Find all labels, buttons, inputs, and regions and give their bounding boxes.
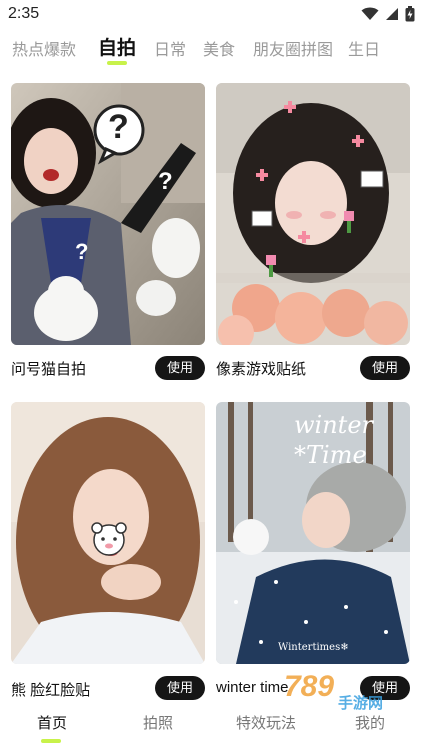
wintertimes-caption: Wintertimes❄ xyxy=(278,642,349,653)
tab-food[interactable]: 美食 xyxy=(203,36,235,60)
use-template-button[interactable]: 使用 xyxy=(360,356,410,380)
template-title: 像素游戏贴纸 xyxy=(216,361,307,378)
nav-item-camera[interactable]: 拍照 xyxy=(143,712,173,733)
question-mark-sticker: ? xyxy=(158,168,173,195)
active-nav-indicator xyxy=(41,739,61,743)
template-card-bear-blush[interactable]: 熊 脸红脸贴 使用 xyxy=(11,402,205,702)
status-icons xyxy=(361,6,415,22)
tab-birthday[interactable]: 生日 xyxy=(348,36,380,60)
tab-moments-collage[interactable]: 朋友圈拼图 xyxy=(253,36,333,60)
template-card-winter-time[interactable]: winter *Time Wintertimes❄ winter time 使用 xyxy=(216,402,410,702)
watermark-subtext: 手游网 xyxy=(338,695,384,712)
category-tabs: 热点爆款 自拍 日常 美食 朋友圈拼图 生日 xyxy=(0,32,421,70)
template-preview-image[interactable]: winter *Time Wintertimes❄ xyxy=(216,402,410,664)
template-preview-image[interactable]: ? ? ? xyxy=(11,83,205,345)
battery-icon xyxy=(405,6,415,22)
template-title: winter time xyxy=(216,679,289,696)
status-bar: 2:35 xyxy=(0,0,421,30)
template-title: 熊 脸红脸贴 xyxy=(11,682,91,699)
template-card-question-cat[interactable]: ? ? ? 问号猫自拍 使用 xyxy=(11,83,205,383)
status-time: 2:35 xyxy=(8,5,40,22)
watermark-logo: 789 手游网 xyxy=(282,670,402,718)
tab-daily[interactable]: 日常 xyxy=(154,36,186,60)
wifi-icon xyxy=(361,7,379,20)
watermark-number: 789 xyxy=(284,670,335,703)
use-template-button[interactable]: 使用 xyxy=(155,356,205,380)
tab-hot[interactable]: 热点爆款 xyxy=(12,36,76,60)
template-title: 问号猫自拍 xyxy=(11,361,87,378)
signal-icon xyxy=(386,8,398,20)
template-card-pixel-stickers[interactable]: 像素游戏贴纸 使用 xyxy=(216,83,410,383)
nav-item-home[interactable]: 首页 xyxy=(37,712,67,733)
question-mark-sticker: ? xyxy=(108,108,129,146)
winter-time-sticker-text: winter *Time xyxy=(294,411,373,469)
template-preview-image[interactable] xyxy=(216,83,410,345)
question-mark-sticker: ? xyxy=(75,239,89,264)
template-preview-image[interactable] xyxy=(11,402,205,664)
use-template-button[interactable]: 使用 xyxy=(155,676,205,700)
active-tab-indicator xyxy=(107,61,127,65)
tab-selfie[interactable]: 自拍 xyxy=(98,33,136,60)
